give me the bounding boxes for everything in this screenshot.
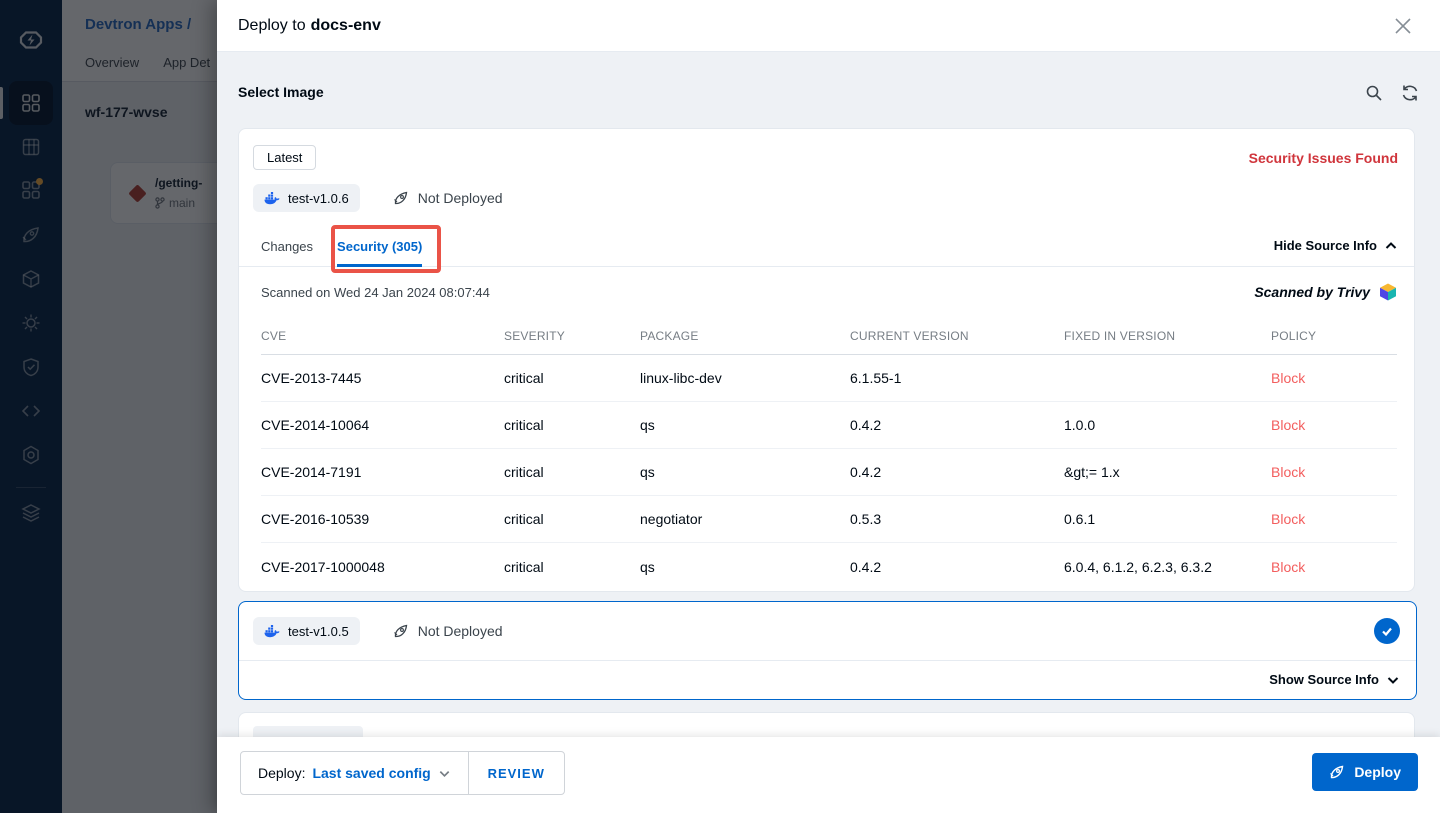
modal-title-env: docs-env <box>311 17 381 35</box>
package-cell: qs <box>640 559 850 575</box>
modal-header: Deploy to docs-env <box>217 0 1440 52</box>
scan-timestamp: Scanned on Wed 24 Jan 2024 08:07:44 <box>261 285 490 300</box>
image-row: test-v1.0.6 Not Deployed <box>253 184 503 212</box>
image-tag-label: test-v1.0.5 <box>288 624 349 639</box>
package-cell: linux-libc-dev <box>640 370 850 386</box>
docker-icon <box>264 192 280 205</box>
app-backdrop: Devtron Apps / Overview App Det wf-177-w… <box>0 0 217 813</box>
image-tag-pill: test-v1.0.5 <box>253 617 360 645</box>
image-tag-pill: test-v1.0.6 <box>253 184 360 212</box>
image-card-latest[interactable]: Latest Security Issues Found test-v1.0.6… <box>238 128 1415 592</box>
table-row: CVE-2013-7445 critical linux-libc-dev 6.… <box>261 355 1397 402</box>
table-row: CVE-2016-10539 critical negotiator 0.5.3… <box>261 496 1397 543</box>
image-card-selected[interactable]: test-v1.0.5 Not Deployed Show Source Inf… <box>238 601 1417 700</box>
image-tag-pill <box>253 726 363 737</box>
image-card-partial[interactable] <box>238 712 1415 737</box>
cve-cell: CVE-2016-10539 <box>261 511 504 527</box>
col-header-severity: SEVERITY <box>504 329 640 343</box>
modal-footer: Deploy: Last saved config REVIEW Deploy <box>217 737 1440 813</box>
tab-security[interactable]: Security (305) <box>337 227 422 267</box>
search-icon[interactable] <box>1365 84 1383 102</box>
hide-source-info-toggle[interactable]: Hide Source Info <box>1274 238 1398 253</box>
review-button[interactable]: REVIEW <box>468 752 564 794</box>
current-version-cell: 0.4.2 <box>850 559 1064 575</box>
col-header-fixed-in-version: FIXED IN VERSION <box>1064 329 1271 343</box>
policy-cell: Block <box>1271 511 1397 527</box>
table-header-row: CVE SEVERITY PACKAGE CURRENT VERSION FIX… <box>261 317 1397 355</box>
scanned-by: Scanned by Trivy <box>1254 282 1398 302</box>
image-row: test-v1.0.5 Not Deployed <box>253 617 503 645</box>
modal-body: Select Image Latest Security Issues Foun… <box>217 52 1440 737</box>
policy-cell: Block <box>1271 417 1397 433</box>
chevron-up-icon <box>1384 239 1398 253</box>
col-header-policy: POLICY <box>1271 329 1397 343</box>
policy-cell: Block <box>1271 370 1397 386</box>
cve-cell: CVE-2014-7191 <box>261 464 504 480</box>
current-version-cell: 6.1.55-1 <box>850 370 1064 386</box>
deploy-status-label: Not Deployed <box>418 623 503 639</box>
col-header-cve: CVE <box>261 329 504 343</box>
modal-title: Deploy to <box>238 17 306 35</box>
current-version-cell: 0.5.3 <box>850 511 1064 527</box>
rocket-icon <box>393 190 409 206</box>
rocket-icon <box>393 623 409 639</box>
trivy-icon <box>1378 282 1398 302</box>
deploy-config-value: Last saved config <box>312 765 430 781</box>
image-tabs: Changes Security (305) <box>239 227 1414 267</box>
cve-cell: CVE-2013-7445 <box>261 370 504 386</box>
security-issues-banner: Security Issues Found <box>1249 150 1398 166</box>
card-divider <box>239 660 1416 661</box>
deploy-config-control: Deploy: Last saved config REVIEW <box>240 751 565 795</box>
current-version-cell: 0.4.2 <box>850 417 1064 433</box>
col-header-current-version: CURRENT VERSION <box>850 329 1064 343</box>
close-icon[interactable] <box>1392 15 1414 37</box>
show-source-info-toggle[interactable]: Show Source Info <box>1269 672 1400 687</box>
deploy-button[interactable]: Deploy <box>1312 753 1418 791</box>
deploy-config-dropdown[interactable]: Deploy: Last saved config <box>241 752 468 794</box>
table-row: CVE-2014-10064 critical qs 0.4.2 1.0.0 B… <box>261 402 1397 449</box>
deploy-status: Not Deployed <box>393 190 503 206</box>
severity-cell: critical <box>504 417 640 433</box>
refresh-icon[interactable] <box>1401 84 1419 102</box>
severity-cell: critical <box>504 511 640 527</box>
selected-check-icon[interactable] <box>1374 618 1400 644</box>
fixed-version-cell: &gt;= 1.x <box>1064 464 1271 480</box>
severity-cell: critical <box>504 370 640 386</box>
fixed-version-cell: 1.0.0 <box>1064 417 1271 433</box>
cve-cell: CVE-2014-10064 <box>261 417 504 433</box>
deploy-status-label: Not Deployed <box>418 190 503 206</box>
vulnerability-table: CVE SEVERITY PACKAGE CURRENT VERSION FIX… <box>261 317 1397 590</box>
latest-badge: Latest <box>253 145 316 170</box>
policy-cell: Block <box>1271 559 1397 575</box>
deploy-button-label: Deploy <box>1354 764 1401 780</box>
image-tag-label: test-v1.0.6 <box>288 191 349 206</box>
policy-cell: Block <box>1271 464 1397 480</box>
scan-info-row: Scanned on Wed 24 Jan 2024 08:07:44 Scan… <box>261 267 1398 317</box>
docker-icon <box>264 625 280 638</box>
current-version-cell: 0.4.2 <box>850 464 1064 480</box>
chevron-down-icon <box>1386 673 1400 687</box>
tab-changes[interactable]: Changes <box>261 227 313 267</box>
fixed-version-cell: 6.0.4, 6.1.2, 6.2.3, 6.3.2 <box>1064 559 1271 575</box>
table-row: CVE-2014-7191 critical qs 0.4.2 &gt;= 1.… <box>261 449 1397 496</box>
col-header-package: PACKAGE <box>640 329 850 343</box>
select-image-heading: Select Image <box>238 84 324 100</box>
severity-cell: critical <box>504 559 640 575</box>
package-cell: qs <box>640 464 850 480</box>
chevron-down-icon <box>438 767 451 780</box>
package-cell: qs <box>640 417 850 433</box>
deploy-config-label: Deploy: <box>258 765 305 781</box>
deploy-modal: Deploy to docs-env Select Image Latest S… <box>217 0 1440 813</box>
modal-dim-overlay <box>0 0 217 813</box>
rocket-icon <box>1329 764 1345 780</box>
fixed-version-cell: 0.6.1 <box>1064 511 1271 527</box>
table-row: CVE-2017-1000048 critical qs 0.4.2 6.0.4… <box>261 543 1397 590</box>
cve-cell: CVE-2017-1000048 <box>261 559 504 575</box>
deploy-status: Not Deployed <box>393 623 503 639</box>
package-cell: negotiator <box>640 511 850 527</box>
severity-cell: critical <box>504 464 640 480</box>
